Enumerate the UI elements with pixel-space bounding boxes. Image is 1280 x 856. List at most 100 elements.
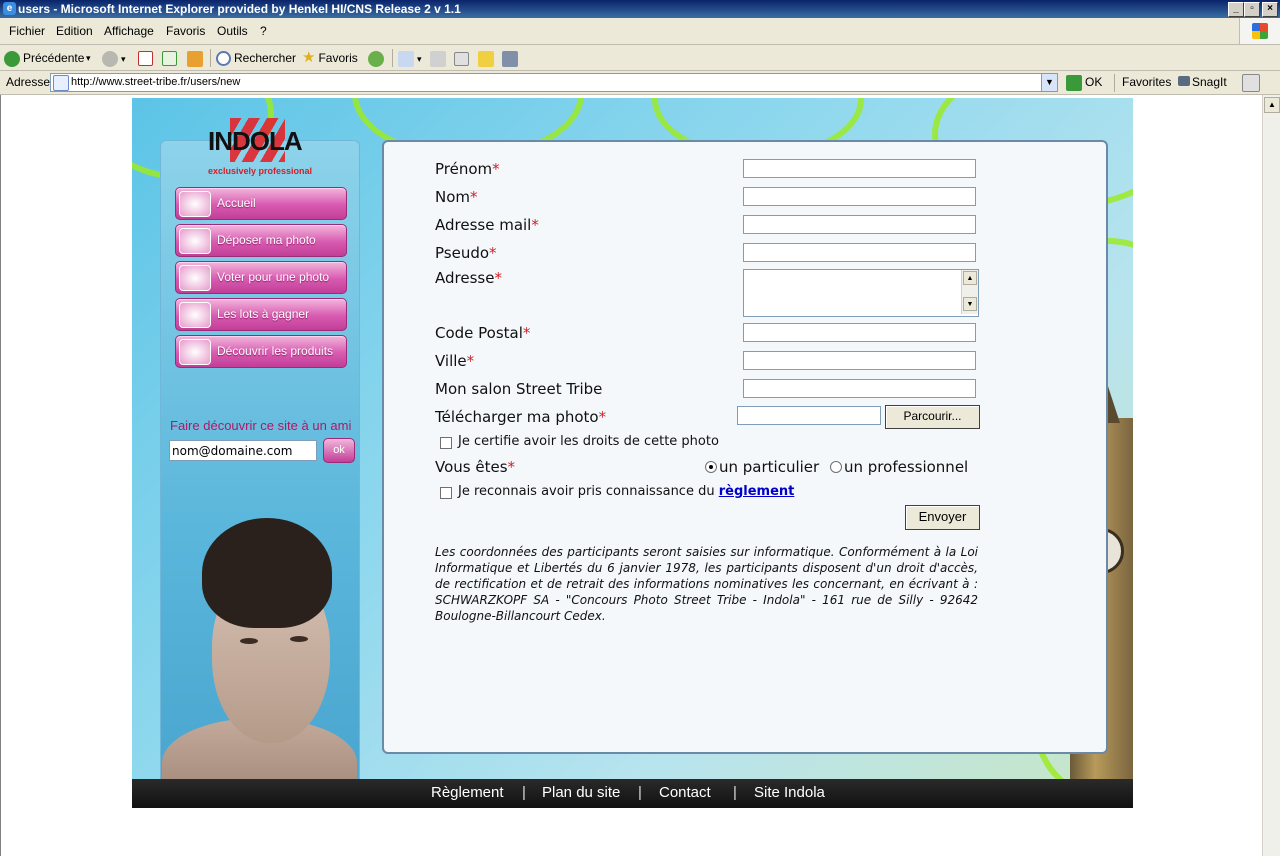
links-favorites[interactable]: Favorites	[1122, 75, 1171, 89]
messenger-button[interactable]	[502, 48, 521, 68]
snagit-window-icon[interactable]	[1242, 74, 1260, 92]
search-label: Rechercher	[234, 51, 297, 65]
logo-tagline: exclusively professional	[208, 166, 313, 176]
radio-professionnel-label: un professionnel	[844, 458, 969, 476]
adresse-textarea[interactable]: ▲ ▼	[743, 269, 979, 317]
address-field[interactable]: ▼	[50, 73, 1058, 92]
address-dropdown-icon[interactable]: ▼	[1041, 74, 1057, 91]
nav-decouvrir-produits[interactable]: Découvrir les produits	[175, 335, 347, 368]
ville-input[interactable]	[743, 351, 976, 370]
footer-separator: |	[733, 784, 737, 801]
address-bar: Adresse ▼ OK Favorites SnagIt	[0, 71, 1280, 95]
go-label: OK	[1085, 75, 1103, 89]
site-footer: Règlement | Plan du site | Contact | Sit…	[132, 779, 1133, 808]
textarea-scrollbar[interactable]: ▲ ▼	[961, 270, 978, 314]
menu-outils[interactable]: Outils	[217, 24, 248, 38]
print-icon	[430, 50, 446, 67]
indola-logo[interactable]: INDOLA exclusively professional	[208, 118, 318, 178]
menu-fichier[interactable]: Fichier	[9, 24, 45, 38]
home-icon	[179, 191, 211, 217]
nav-voter-photo[interactable]: Voter pour une photo	[175, 261, 347, 294]
code-postal-input[interactable]	[743, 323, 976, 342]
radio-particulier-label: un particulier	[719, 458, 820, 476]
prenom-input[interactable]	[743, 159, 976, 178]
nav-lots-gagner[interactable]: Les lots à gagner	[175, 298, 347, 331]
menu-bar: Fichier Edition Affichage Favoris Outils…	[0, 18, 1280, 45]
footer-separator: |	[638, 784, 642, 801]
submit-button[interactable]: Envoyer	[905, 505, 980, 530]
photo-file-input[interactable]	[737, 406, 881, 425]
ie-icon: e	[3, 2, 16, 15]
menu-affichage[interactable]: Affichage	[104, 24, 154, 38]
friend-email-input[interactable]	[169, 440, 317, 461]
notes-button[interactable]	[478, 48, 497, 68]
footer-link-plan[interactable]: Plan du site	[542, 784, 620, 801]
home-icon	[187, 50, 203, 67]
footer-link-reglement[interactable]: Règlement	[431, 784, 504, 801]
nav-label: Voter pour une photo	[217, 270, 330, 284]
nav-deposer-photo[interactable]: Déposer ma photo	[175, 224, 347, 257]
page-icon	[53, 75, 69, 91]
label-adresse: Adresse*	[435, 269, 502, 287]
address-input[interactable]	[71, 74, 1041, 90]
search-icon	[216, 51, 231, 67]
favorites-label: Favoris	[318, 51, 358, 65]
nav-label: Déposer ma photo	[217, 233, 316, 247]
scroll-down-icon[interactable]: ▼	[963, 297, 977, 311]
mail-button[interactable]: ▾	[398, 48, 422, 68]
back-label: Précédente	[23, 51, 85, 65]
title-bar: e users - Microsoft Internet Explorer pr…	[0, 0, 1280, 18]
browse-button[interactable]: Parcourir...	[885, 405, 980, 429]
star-icon: ★	[302, 49, 316, 66]
stop-button[interactable]	[138, 48, 156, 68]
menu-edition[interactable]: Edition	[56, 24, 93, 38]
close-button[interactable]: ×	[1262, 2, 1278, 17]
go-button[interactable]: OK	[1066, 73, 1102, 91]
address-label: Adresse	[6, 75, 51, 89]
edit-icon	[454, 51, 469, 66]
radio-particulier[interactable]	[705, 461, 717, 473]
footer-link-indola[interactable]: Site Indola	[754, 784, 825, 801]
label-prenom: Prénom*	[435, 160, 500, 178]
forward-button[interactable]: ▾	[102, 48, 126, 68]
scroll-up-icon[interactable]: ▲	[963, 271, 977, 285]
products-icon	[179, 339, 211, 365]
favorites-button[interactable]: ★ Favoris	[302, 48, 358, 68]
back-button[interactable]: Précédente	[4, 48, 84, 68]
label-salon: Mon salon Street Tribe	[435, 380, 603, 398]
label-pseudo: Pseudo*	[435, 244, 497, 262]
label-adresse-mail: Adresse mail*	[435, 216, 539, 234]
notes-icon	[478, 50, 494, 67]
nom-input[interactable]	[743, 187, 976, 206]
upload-photo-icon	[179, 228, 211, 254]
radio-professionnel[interactable]	[830, 461, 842, 473]
label-code-postal: Code Postal*	[435, 324, 531, 342]
pseudo-input[interactable]	[743, 243, 976, 262]
logo-wordmark: INDOLA	[208, 126, 303, 156]
friend-ok-button[interactable]: ok	[323, 438, 355, 463]
search-button[interactable]: Rechercher	[216, 48, 296, 68]
windows-logo-icon	[1239, 18, 1280, 44]
home-button[interactable]	[187, 48, 206, 68]
email-input[interactable]	[743, 215, 976, 234]
rules-checkbox[interactable]	[440, 487, 452, 499]
rights-checkbox[interactable]	[440, 437, 452, 449]
history-button[interactable]	[368, 48, 387, 68]
rules-link[interactable]: règlement	[719, 484, 795, 499]
refresh-button[interactable]	[162, 48, 180, 68]
nav-accueil[interactable]: Accueil	[175, 187, 347, 220]
footer-link-contact[interactable]: Contact	[659, 784, 711, 801]
maximize-button[interactable]: ▫	[1244, 2, 1260, 17]
menu-favoris[interactable]: Favoris	[166, 24, 205, 38]
print-button[interactable]	[430, 48, 449, 68]
back-dropdown-icon[interactable]: ▾	[86, 48, 91, 68]
page-scrollbar[interactable]: ▲	[1262, 95, 1280, 856]
label-ville: Ville*	[435, 352, 475, 370]
salon-input[interactable]	[743, 379, 976, 398]
refresh-icon	[162, 51, 177, 67]
scroll-up-icon[interactable]: ▲	[1264, 97, 1280, 113]
edit-button[interactable]	[454, 48, 472, 68]
menu-help[interactable]: ?	[260, 24, 267, 38]
snagit-button[interactable]: SnagIt	[1178, 75, 1227, 89]
minimize-button[interactable]: _	[1228, 2, 1244, 17]
